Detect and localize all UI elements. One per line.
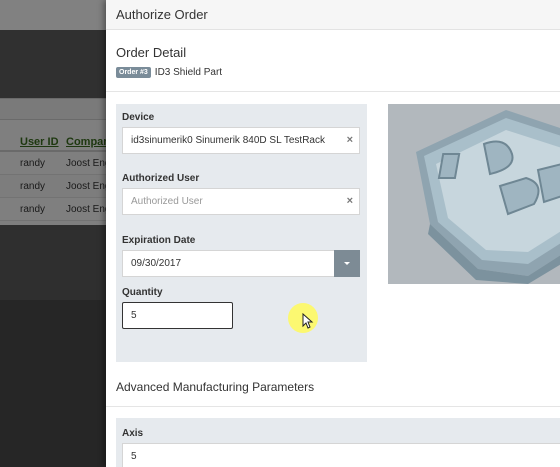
authorized-user-placeholder: Authorized User (131, 196, 203, 207)
axis-value: 5 (131, 451, 137, 462)
divider (106, 91, 560, 92)
id3-shield-part-render (388, 104, 560, 284)
quantity-input[interactable]: 5 (122, 302, 233, 329)
order-identifier: Order #3 ID3 Shield Part (116, 67, 222, 78)
expiration-date-input[interactable]: 09/30/2017 (122, 250, 335, 277)
divider (106, 406, 560, 407)
device-value: id3sinumerik0 Sinumerik 840D SL TestRack (131, 135, 325, 146)
clear-icon[interactable]: × (347, 195, 353, 207)
quantity-label: Quantity (122, 287, 163, 298)
device-label: Device (122, 112, 155, 123)
expiration-date-label: Expiration Date (122, 235, 196, 246)
cursor-icon (302, 313, 314, 329)
authorized-user-label: Authorized User (122, 173, 200, 184)
date-dropdown-button[interactable] (334, 250, 360, 277)
axis-input[interactable]: 5 (122, 443, 560, 467)
order-form-panel: Device id3sinumerik0 Sinumerik 840D SL T… (116, 104, 367, 362)
advanced-parameters-heading: Advanced Manufacturing Parameters (116, 380, 315, 394)
axis-label: Axis (122, 428, 144, 439)
clear-icon[interactable]: × (347, 134, 353, 146)
device-select[interactable]: id3sinumerik0 Sinumerik 840D SL TestRack… (122, 127, 360, 154)
advanced-parameters-panel: Axis 5 (116, 418, 560, 467)
modal-title: Authorize Order (116, 7, 208, 22)
authorize-order-modal: Authorize Order Order Detail Order #3 ID… (106, 0, 560, 467)
part-preview-image (388, 104, 560, 284)
expiration-date-value: 09/30/2017 (131, 258, 182, 269)
order-badge: Order #3 (116, 67, 151, 78)
authorized-user-select[interactable]: Authorized User × (122, 188, 360, 215)
modal-header: Authorize Order (106, 0, 560, 30)
caret-down-icon (344, 262, 350, 265)
order-name: ID3 Shield Part (154, 67, 223, 78)
quantity-value: 5 (131, 310, 137, 321)
order-detail-heading: Order Detail (116, 45, 187, 60)
